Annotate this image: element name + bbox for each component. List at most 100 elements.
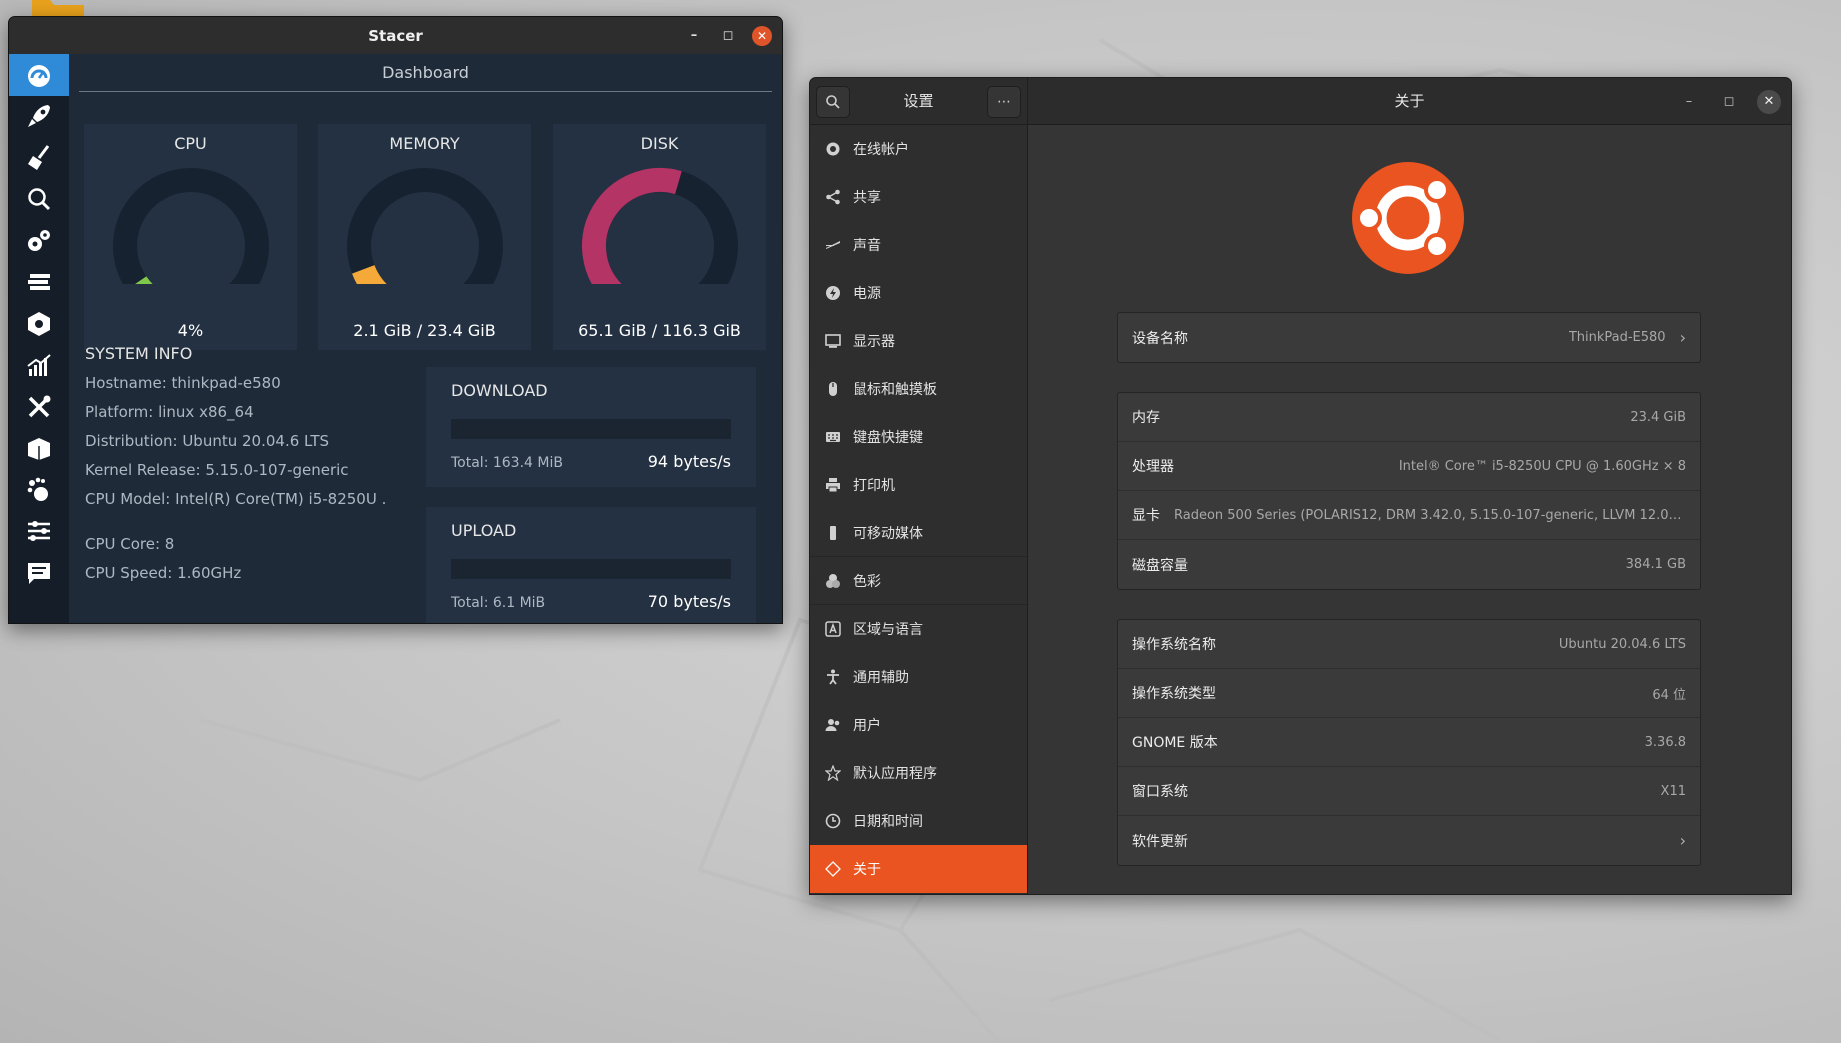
row-label: 磁盘容量 [1132,557,1188,574]
mouse-icon [824,380,842,398]
nav-item-label: 鼠标和触摸板 [853,381,937,398]
nav-item-displays[interactable]: 显示器 [810,317,1027,365]
clock-icon [824,812,842,830]
star-icon [824,764,842,782]
close-button[interactable]: ✕ [752,25,772,46]
download-total: Total: 163.4 MiB [451,455,563,471]
sidebar-item-dashboard[interactable] [9,54,69,96]
nav-item-color[interactable]: 色彩 [810,557,1027,605]
sidebar-item-gnome-settings[interactable] [9,469,69,511]
upload-total: Total: 6.1 MiB [451,595,546,611]
row-label: 操作系统名称 [1132,637,1216,653]
services-icon [28,274,50,291]
apt-repository-icon [28,438,50,461]
gauge-fill [582,168,682,284]
hardware-info-box: 内存 23.4 GiB 处理器 Intel® Core™ i5-8250U CP… [1117,392,1701,590]
nav-item-online-accounts[interactable]: 在线帐户 [810,125,1027,173]
nav-item-label: 共享 [853,189,881,206]
row-value: 384.1 GB [1625,557,1686,572]
nav-item-sound[interactable]: 声音 [810,221,1027,269]
maximize-button[interactable]: ◻ [718,26,738,46]
gauge-fill [352,264,387,284]
gnome-settings-icon [27,477,48,501]
minimize-button[interactable]: – [1677,90,1701,114]
disk-capacity-row: 磁盘容量 384.1 GB [1118,540,1700,589]
sidebar-item-services[interactable] [9,220,69,262]
nav-item-label: 色彩 [853,573,881,590]
sidebar-item-startup[interactable] [9,96,69,138]
sidebar-item-processes[interactable] [9,262,69,304]
row-label: 处理器 [1132,459,1174,475]
cpu-speed: CPU Speed: 1.60GHz [85,564,242,582]
gauge-track [113,168,269,284]
nav-item-users[interactable]: 用户 [810,701,1027,749]
removable-media-icon [824,524,842,542]
sidebar-item-feedback[interactable] [9,552,69,594]
nav-item-removable-media[interactable]: 可移动媒体 [810,509,1027,557]
helpers-icon [28,395,51,417]
ubuntu-logo [1352,162,1464,274]
graphics-row: 显卡 Radeon 500 Series (POLARIS12, DRM 3.4… [1118,491,1700,540]
upload-chart [451,559,731,579]
nav-item-label: 区域与语言 [853,621,923,638]
nav-item-default-applications[interactable]: 默认应用程序 [810,749,1027,797]
row-value: Intel® Core™ i5-8250U CPU @ 1.60GHz × 8 [1398,458,1686,474]
chevron-right-icon: › [1679,831,1686,850]
gauge-value: 2.1 GiB / 23.4 GiB [353,321,496,340]
stacer-titlebar[interactable]: Stacer – ◻ ✕ [9,17,782,54]
disk-gauge [582,168,738,284]
about-panel: 设备名称 ThinkPad-E580 › 内存 23.4 GiB 处理器 Int… [1028,125,1791,894]
nav-item-power[interactable]: 电源 [810,269,1027,317]
search-icon [28,188,51,211]
stacer-window: Stacer – ◻ ✕ Dashboard CPU 4% MEMORY 2.1… [8,16,783,624]
row-label: 内存 [1132,410,1160,426]
maximize-button[interactable]: ◻ [1717,90,1741,114]
sidebar-item-cleaner[interactable] [9,137,69,179]
nav-item-mouse-touchpad[interactable]: 鼠标和触摸板 [810,365,1027,413]
nav-item-printers[interactable]: 打印机 [810,461,1027,509]
cpu-gauge [113,168,269,284]
minimize-button[interactable]: – [684,26,704,46]
display-icon [824,332,842,350]
sidebar-item-uninstaller[interactable] [9,303,69,345]
sidebar-item-resources[interactable] [9,345,69,387]
nav-item-share[interactable]: 共享 [810,173,1027,221]
sidebar-item-settings[interactable] [9,511,69,553]
download-rate: 94 bytes/s [647,452,731,471]
nav-item-label: 打印机 [853,477,895,494]
gauge-title: CPU [174,134,207,153]
row-value: 23.4 GiB [1630,409,1686,425]
device-name-row[interactable]: 设备名称 ThinkPad-E580 › [1118,313,1700,362]
row-value: Ubuntu 20.04.6 LTS [1558,636,1686,652]
nav-item-date-time[interactable]: 日期和时间 [810,797,1027,845]
gauge-title: DISK [640,134,679,153]
device-name-value: ThinkPad-E580 [1568,330,1666,345]
windowing-system-row: 窗口系统 X11 [1118,767,1700,816]
primary-menu-button[interactable]: ⋯ [987,86,1021,118]
processor-row: 处理器 Intel® Core™ i5-8250U CPU @ 1.60GHz … [1118,442,1700,491]
row-value: X11 [1660,783,1686,799]
nav-item-accessibility[interactable]: 通用辅助 [810,653,1027,701]
close-button[interactable]: ✕ [1757,89,1781,114]
sidebar-item-helpers[interactable] [9,386,69,428]
search-button[interactable] [816,86,850,118]
os-name-row: 操作系统名称 Ubuntu 20.04.6 LTS [1118,620,1700,669]
search-icon [826,95,840,109]
dashboard-title: Dashboard [79,54,772,92]
nav-item-keyboard-shortcuts[interactable]: 键盘快捷键 [810,413,1027,461]
memory-gauge [347,168,503,284]
sidebar-item-apt-repository[interactable] [9,428,69,470]
nav-item-label: 显示器 [853,333,895,350]
gauge-title: MEMORY [389,134,460,153]
memory-gauge-card: MEMORY 2.1 GiB / 23.4 GiB [318,124,531,350]
nav-item-label: 键盘快捷键 [853,429,923,446]
nav-item-region-language[interactable]: 区域与语言 [810,605,1027,653]
nav-item-label: 声音 [853,237,881,254]
settings-headerbar[interactable]: 设置 ⋯ 关于 – ◻ ✕ [810,78,1791,125]
nav-item-about[interactable]: 关于 [810,845,1027,893]
upload-title: UPLOAD [451,521,517,540]
sidebar-item-search[interactable] [9,179,69,221]
system-info-heading: SYSTEM INFO [85,344,193,363]
gauge-value: 65.1 GiB / 116.3 GiB [578,321,741,340]
software-updates-row[interactable]: 软件更新 › [1118,816,1700,865]
